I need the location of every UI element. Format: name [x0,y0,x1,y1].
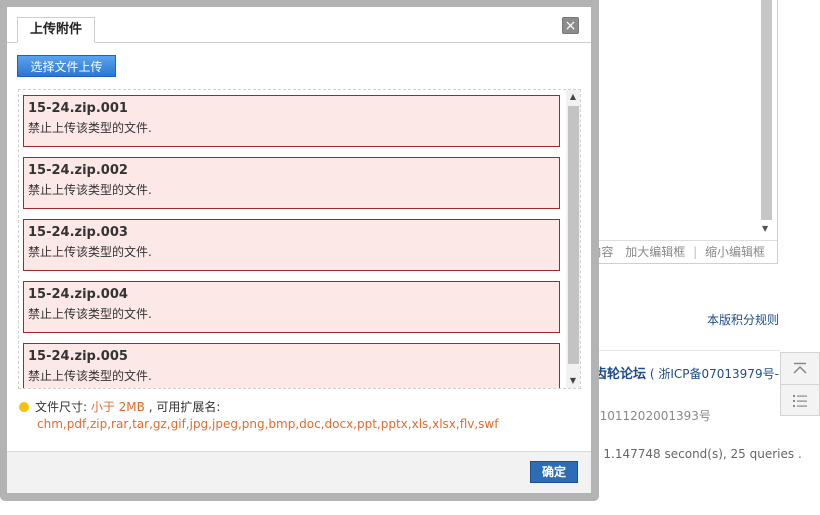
size-limit: 小于 2MB [90,400,145,414]
dialog-footer: 确定 [7,451,591,493]
registration-number: 31011202001393号 [592,409,711,423]
file-item: 15-24.zip.004 禁止上传该类型的文件. [23,281,560,333]
performance-text: n 1.147748 second(s), 25 queries . [592,447,802,461]
file-list-scrollbar[interactable]: ▲ ▼ [566,90,580,388]
file-name: 15-24.zip.005 [28,349,128,364]
upload-file-list: 15-24.zip.001 禁止上传该类型的文件. 15-24.zip.002 禁止上… [23,95,560,388]
back-to-top-button[interactable] [781,353,819,384]
select-file-upload-button[interactable]: 选择文件上传 [17,55,116,77]
file-item: 15-24.zip.001 禁止上传该类型的文件. [23,95,560,147]
file-name: 15-24.zip.001 [28,101,128,116]
extension-prefix: , 可用扩展名: [144,400,221,414]
side-tools [780,352,820,416]
toolbar-separator: | [693,245,698,259]
lightbulb-icon [19,402,29,412]
upload-dialog-frame: 上传附件 × 选择文件上传 15-24.zip.001 禁止上传该类型的文件. 15… [0,0,599,501]
file-name: 15-24.zip.004 [28,287,128,302]
forum-footer-name: 齿轮论坛 ( 浙ICP备07013979号-1 ) [594,363,795,382]
upload-dialog: 上传附件 × 选择文件上传 15-24.zip.001 禁止上传该类型的文件. 15… [7,7,591,493]
file-name: 15-24.zip.003 [28,225,128,240]
editor-enlarge-link[interactable]: 加大编辑框 [625,245,685,259]
file-error-message: 禁止上传该类型的文件. [28,121,152,135]
tab-upload-attachment[interactable]: 上传附件 [17,17,96,43]
forum-rules-link[interactable]: 本版积分规则 [707,311,779,328]
allowed-extensions: chm,pdf,zip,rar,tar,gz,gif,jpg,jpeg,png,… [37,417,499,431]
file-error-message: 禁止上传该类型的文件. [28,307,152,321]
editor-scrollbar[interactable]: ▼ [760,0,773,240]
scroll-down-arrow-icon[interactable]: ▼ [566,374,580,388]
back-to-top-icon [793,362,807,374]
list-icon [793,394,807,407]
file-error-message: 禁止上传该类型的文件. [28,183,152,197]
icp-link[interactable]: ( 浙ICP备07013979号-1 ) [650,367,795,381]
file-list-scroll-thumb[interactable] [568,106,579,364]
scroll-up-arrow-icon[interactable]: ▲ [566,90,580,104]
dialog-tabbar: 上传附件 × [7,7,591,43]
list-button[interactable] [781,384,819,416]
file-error-message: 禁止上传该类型的文件. [28,245,152,259]
file-name: 15-24.zip.002 [28,163,128,178]
close-icon[interactable]: × [562,17,579,34]
file-error-message: 禁止上传该类型的文件. [28,369,152,383]
scroll-down-arrow-icon[interactable]: ▼ [762,224,768,233]
file-item: 15-24.zip.003 禁止上传该类型的文件. [23,219,560,271]
editor-shrink-link[interactable]: 缩小编辑框 [705,245,765,259]
confirm-button[interactable]: 确定 [530,461,578,483]
editor-scroll-thumb[interactable] [761,0,772,220]
file-item: 15-24.zip.005 禁止上传该类型的文件. [23,343,560,388]
forum-name-link[interactable]: 齿轮论坛 [594,367,646,382]
upload-file-list-area: 15-24.zip.001 禁止上传该类型的文件. 15-24.zip.002 禁止上… [18,89,581,389]
size-prefix: 文件尺寸: [35,400,91,414]
upload-hint: 文件尺寸: 小于 2MB , 可用扩展名: chm,pdf,zip,rar,ta… [19,399,498,433]
file-item: 15-24.zip.002 禁止上传该类型的文件. [23,157,560,209]
